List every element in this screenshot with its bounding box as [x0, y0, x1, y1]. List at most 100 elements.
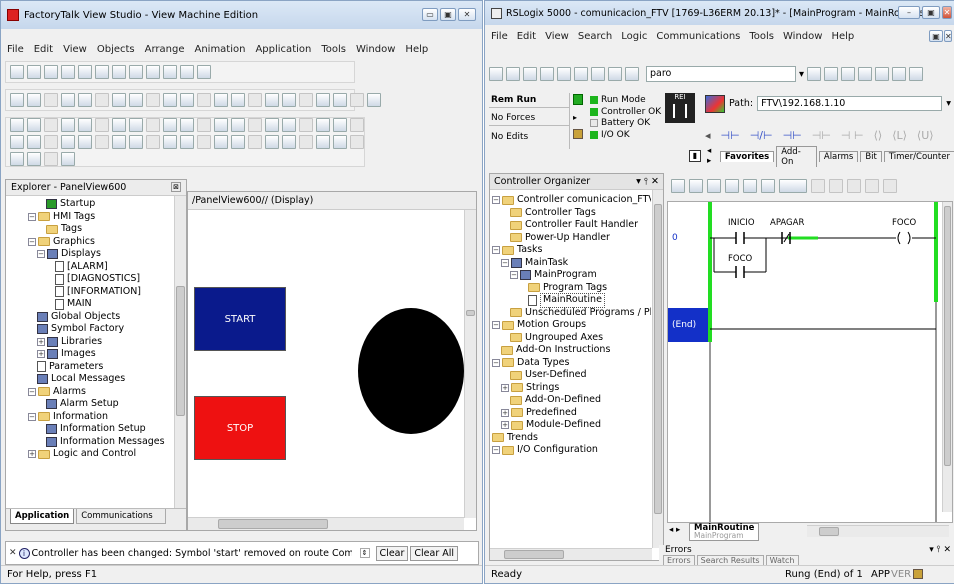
ft-object-tool-19-icon[interactable]	[316, 93, 330, 107]
ft-standard-tool-4-icon[interactable]	[61, 65, 75, 79]
ft-draw-tool-14-icon[interactable]	[231, 118, 245, 132]
maximize-button[interactable]: ▣	[440, 8, 456, 21]
ft-object-tool-13-icon[interactable]	[214, 93, 228, 107]
collapse-icon[interactable]: −	[28, 412, 36, 421]
ft-draw-tool-5-icon[interactable]	[78, 118, 92, 132]
rs-menu-edit[interactable]: Edit	[517, 31, 536, 42]
tree-item[interactable]: − Motion Groups	[492, 319, 651, 332]
tree-item[interactable]: + Predefined	[492, 407, 651, 420]
rs-menu-tools[interactable]: Tools	[749, 31, 774, 42]
tab-communications[interactable]: Communications	[76, 509, 167, 524]
ft-draw-tool-6-icon[interactable]	[95, 118, 109, 132]
tree-item[interactable]: Add-On-Defined	[492, 394, 651, 407]
tree-item[interactable]: Information Messages	[10, 436, 172, 449]
apagar-tag[interactable]: APAGAR	[770, 218, 804, 228]
tree-item[interactable]: − Controller comunicacion_FTV	[492, 194, 651, 207]
ladder-zoom-icon[interactable]	[779, 179, 807, 193]
expand-icon[interactable]: +	[501, 421, 509, 430]
start-button[interactable]: START	[194, 287, 286, 351]
ladder-tool-3-icon[interactable]	[707, 179, 721, 193]
tree-item[interactable]: Symbol Factory	[10, 323, 172, 336]
ft-standard-tool-12-icon[interactable]	[197, 65, 211, 79]
explorer-scrollbar[interactable]	[174, 196, 186, 508]
ft-draw-tool-9-icon[interactable]	[146, 118, 160, 132]
tree-item[interactable]: Controller Fault Handler	[492, 219, 651, 232]
collapse-icon[interactable]: −	[28, 212, 36, 221]
ft-menu-tools[interactable]: Tools	[321, 44, 346, 55]
rs-tool-5-icon[interactable]	[557, 67, 571, 81]
tree-item[interactable]: − I/O Configuration	[492, 444, 651, 457]
ft-draw-tool-3-icon[interactable]	[44, 118, 58, 132]
organizer-vscroll-thumb[interactable]	[654, 204, 662, 514]
rs-tool-3-icon[interactable]	[523, 67, 537, 81]
ft-draw-tool-40-icon[interactable]	[316, 135, 330, 149]
ft-draw-tool-33-icon[interactable]	[197, 135, 211, 149]
tree-item[interactable]: Parameters	[10, 361, 172, 374]
rs-tool-10-icon[interactable]	[807, 67, 822, 81]
ft-menu-view[interactable]: View	[63, 44, 87, 55]
tree-item[interactable]: − MainTask	[492, 257, 651, 270]
tabs-nav-icon[interactable]: ◂ ▸	[707, 146, 718, 166]
expand-icon[interactable]: +	[37, 350, 45, 359]
ft-draw-tool-28-icon[interactable]	[112, 135, 126, 149]
run-toggle-icon[interactable]: ▮	[689, 150, 701, 162]
rs-menu-communications[interactable]: Communications	[656, 31, 740, 42]
ladder-tool-7-icon[interactable]	[811, 179, 825, 193]
otl-icon[interactable]: ⊣ ⊢	[841, 129, 864, 142]
ft-draw-tool-22-icon[interactable]	[10, 135, 24, 149]
tree-item[interactable]: Tags	[10, 223, 172, 236]
ladder-tool-4-icon[interactable]	[725, 179, 739, 193]
ladder-tool-2-icon[interactable]	[689, 179, 703, 193]
ft-object-tool-5-icon[interactable]	[78, 93, 92, 107]
rs-tool-11-icon[interactable]	[824, 67, 839, 81]
collapse-icon[interactable]: −	[492, 196, 500, 205]
tab-application[interactable]: Application	[10, 509, 75, 524]
collapse-icon[interactable]: −	[28, 387, 36, 396]
ladder-hscroll-thumb[interactable]	[819, 527, 839, 536]
organizer-hscroll-thumb[interactable]	[504, 550, 564, 559]
tree-item[interactable]: User-Defined	[492, 369, 651, 382]
ft-draw-tool-36-icon[interactable]	[248, 135, 262, 149]
ft-draw-tool-25-icon[interactable]	[61, 135, 75, 149]
rs-tool-15-icon[interactable]	[892, 67, 907, 81]
xio-icon[interactable]: ⊣/⊢	[750, 129, 773, 142]
branch-icon[interactable]: ⊣⊢	[812, 129, 831, 142]
ft-standard-tool-11-icon[interactable]	[180, 65, 194, 79]
ft-object-tool-8-icon[interactable]	[129, 93, 143, 107]
ft-draw-tool-8-icon[interactable]	[129, 118, 143, 132]
ft-object-tool-16-icon[interactable]	[265, 93, 279, 107]
ladder-tool-6-icon[interactable]	[761, 179, 775, 193]
tree-item[interactable]: Unscheduled Programs / Ph	[492, 307, 651, 320]
ft-object-tool-22-icon[interactable]	[367, 93, 381, 107]
rs-tool-2-icon[interactable]	[506, 67, 520, 81]
collapse-icon[interactable]: −	[492, 246, 500, 255]
foco-tag[interactable]: FOCO	[892, 218, 916, 228]
ft-draw-tool-31-icon[interactable]	[163, 135, 177, 149]
ote-icon[interactable]: ⊣⊢	[783, 129, 802, 142]
ladder-vscrollbar[interactable]	[942, 202, 952, 512]
rs-tool-1-icon[interactable]	[489, 67, 503, 81]
ladder-tool-5-icon[interactable]	[743, 179, 757, 193]
ft-object-tool-11-icon[interactable]	[180, 93, 194, 107]
tree-item[interactable]: Startup	[10, 198, 172, 211]
organizer-hscrollbar[interactable]	[490, 548, 652, 560]
ft-standard-tool-3-icon[interactable]	[44, 65, 58, 79]
tab-add-on[interactable]: Add-On	[776, 145, 817, 167]
collapse-icon[interactable]: −	[492, 321, 500, 330]
ft-menu-file[interactable]: File	[7, 44, 24, 55]
ft-object-tool-3-icon[interactable]	[44, 93, 58, 107]
ft-draw-tool-29-icon[interactable]	[129, 135, 143, 149]
tab-bit[interactable]: Bit	[860, 150, 882, 162]
tree-item[interactable]: − Tasks	[492, 244, 651, 257]
tree-item[interactable]: − Graphics	[10, 236, 172, 249]
ft-draw-tool-11-icon[interactable]	[180, 118, 194, 132]
ft-object-tool-1-icon[interactable]	[10, 93, 24, 107]
organizer-pin-icon[interactable]: ▾ ⫯ ✕	[636, 176, 659, 187]
tree-item[interactable]: + Libraries	[10, 336, 172, 349]
collapse-icon[interactable]: −	[492, 446, 500, 455]
rs-close-button[interactable]: ✕	[942, 6, 952, 19]
ft-object-tool-21-icon[interactable]	[350, 93, 364, 107]
stop-button[interactable]: STOP	[194, 396, 286, 460]
ft-object-tool-9-icon[interactable]	[146, 93, 160, 107]
ft-draw-tool-39-icon[interactable]	[299, 135, 313, 149]
